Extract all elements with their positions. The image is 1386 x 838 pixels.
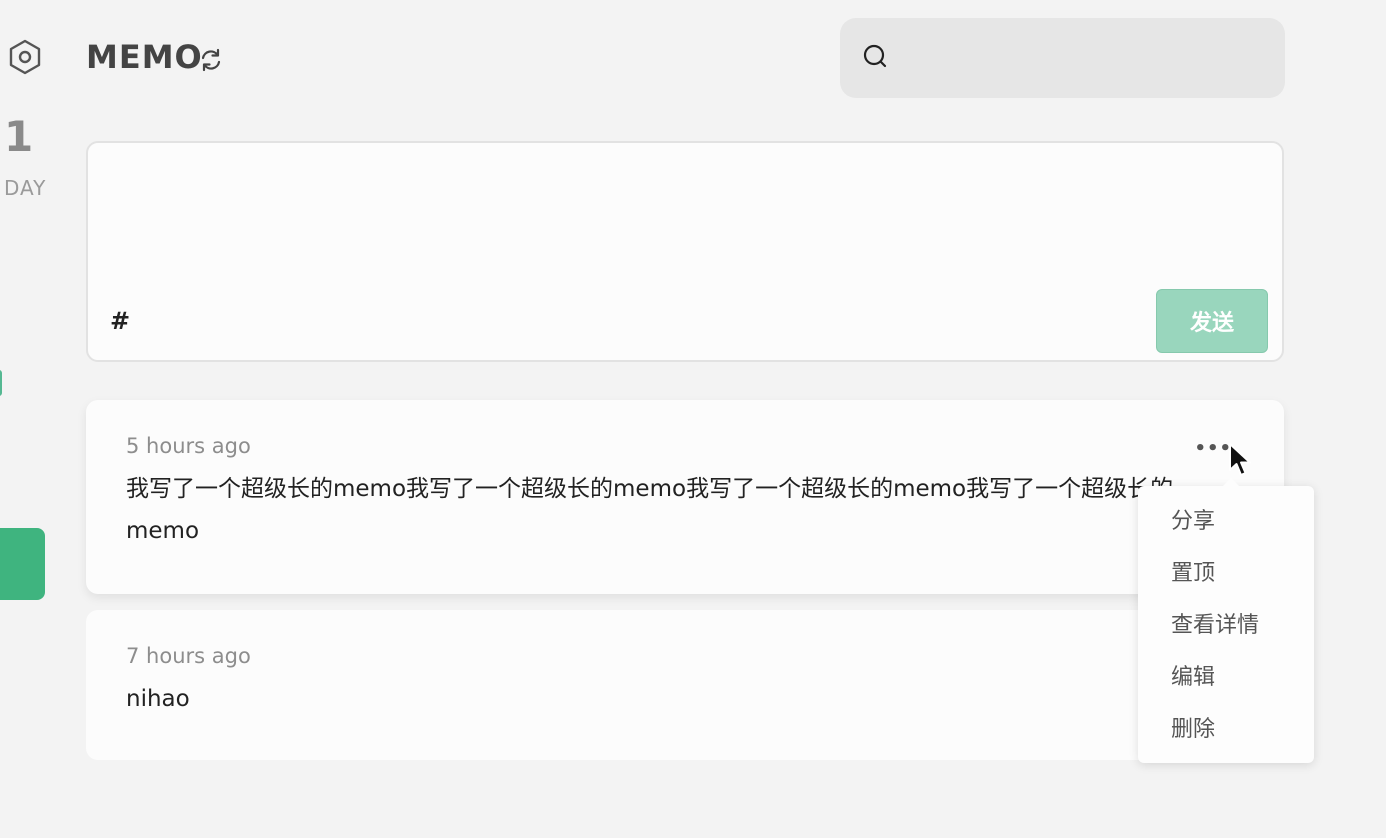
cursor-icon xyxy=(1228,442,1254,480)
search-input[interactable] xyxy=(900,47,1260,69)
menu-item-details[interactable]: 查看详情 xyxy=(1138,606,1314,658)
more-options-icon[interactable]: ••• xyxy=(1194,438,1232,459)
search-bar[interactable] xyxy=(840,18,1285,98)
refresh-icon[interactable] xyxy=(198,47,224,73)
memo-options-menu: 分享 置顶 查看详情 编辑 删除 xyxy=(1138,478,1314,763)
tag-hint[interactable]: # xyxy=(110,307,130,335)
memo-time: 5 hours ago xyxy=(126,434,251,458)
search-icon xyxy=(862,43,888,73)
memo-content: 我写了一个超级长的memo我写了一个超级长的memo我写了一个超级长的memo我… xyxy=(126,476,1174,544)
sidebar-active-item[interactable] xyxy=(0,528,45,600)
day-label: DAY xyxy=(4,176,47,200)
menu-item-pin[interactable]: 置顶 xyxy=(1138,554,1314,606)
memo-card: 5 hours ago 我写了一个超级长的memo我写了一个超级长的memo我写… xyxy=(86,400,1284,594)
menu-item-share[interactable]: 分享 xyxy=(1138,502,1314,554)
page-title: MEMO xyxy=(86,38,203,76)
memo-time: 7 hours ago xyxy=(126,644,251,668)
memo-content: nihao xyxy=(126,686,190,712)
sidebar-indicator xyxy=(0,370,2,396)
day-count: 1 xyxy=(4,112,34,161)
memo-editor[interactable]: # 发送 xyxy=(86,141,1284,362)
send-button[interactable]: 发送 xyxy=(1156,289,1268,353)
menu-item-delete[interactable]: 删除 xyxy=(1138,710,1314,762)
memo-card: 7 hours ago nihao ••• xyxy=(86,610,1284,760)
menu-item-edit[interactable]: 编辑 xyxy=(1138,658,1314,710)
settings-icon[interactable] xyxy=(6,38,44,76)
